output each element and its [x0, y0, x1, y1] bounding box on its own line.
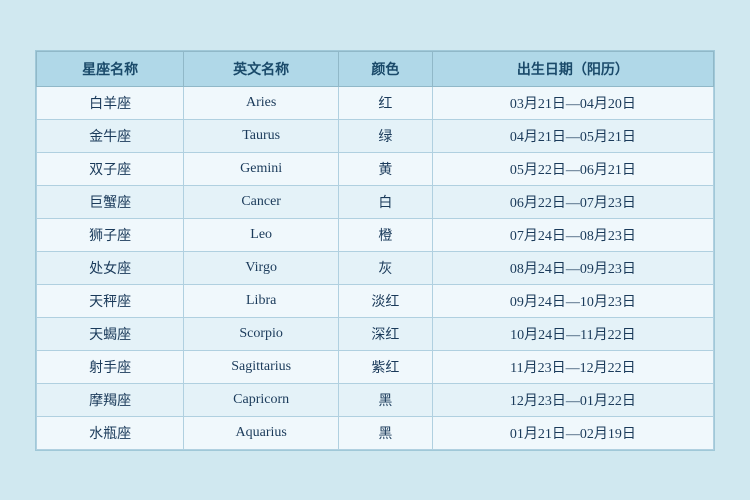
- table-header-row: 星座名称 英文名称 颜色 出生日期（阳历）: [37, 51, 714, 86]
- cell-english: Aries: [184, 86, 339, 119]
- cell-color: 绿: [339, 119, 433, 152]
- table-row: 天秤座Libra淡红09月24日—10月23日: [37, 284, 714, 317]
- table-row: 摩羯座Capricorn黑12月23日—01月22日: [37, 383, 714, 416]
- table-row: 狮子座Leo橙07月24日—08月23日: [37, 218, 714, 251]
- cell-chinese: 处女座: [37, 251, 184, 284]
- cell-color: 黄: [339, 152, 433, 185]
- cell-english: Libra: [184, 284, 339, 317]
- cell-color: 紫红: [339, 350, 433, 383]
- cell-color: 红: [339, 86, 433, 119]
- cell-dates: 10月24日—11月22日: [432, 317, 713, 350]
- cell-dates: 07月24日—08月23日: [432, 218, 713, 251]
- cell-color: 黑: [339, 416, 433, 449]
- cell-chinese: 狮子座: [37, 218, 184, 251]
- cell-dates: 08月24日—09月23日: [432, 251, 713, 284]
- col-header-chinese: 星座名称: [37, 51, 184, 86]
- table-row: 白羊座Aries红03月21日—04月20日: [37, 86, 714, 119]
- table-row: 巨蟹座Cancer白06月22日—07月23日: [37, 185, 714, 218]
- cell-color: 淡红: [339, 284, 433, 317]
- cell-chinese: 天秤座: [37, 284, 184, 317]
- cell-english: Cancer: [184, 185, 339, 218]
- cell-english: Virgo: [184, 251, 339, 284]
- cell-dates: 06月22日—07月23日: [432, 185, 713, 218]
- cell-chinese: 水瓶座: [37, 416, 184, 449]
- table-body: 白羊座Aries红03月21日—04月20日金牛座Taurus绿04月21日—0…: [37, 86, 714, 449]
- table-row: 天蝎座Scorpio深红10月24日—11月22日: [37, 317, 714, 350]
- table-row: 双子座Gemini黄05月22日—06月21日: [37, 152, 714, 185]
- cell-chinese: 摩羯座: [37, 383, 184, 416]
- table-row: 处女座Virgo灰08月24日—09月23日: [37, 251, 714, 284]
- cell-chinese: 金牛座: [37, 119, 184, 152]
- col-header-color: 颜色: [339, 51, 433, 86]
- zodiac-table-container: 星座名称 英文名称 颜色 出生日期（阳历） 白羊座Aries红03月21日—04…: [35, 50, 715, 451]
- cell-dates: 11月23日—12月22日: [432, 350, 713, 383]
- cell-dates: 05月22日—06月21日: [432, 152, 713, 185]
- cell-color: 橙: [339, 218, 433, 251]
- col-header-english: 英文名称: [184, 51, 339, 86]
- cell-english: Aquarius: [184, 416, 339, 449]
- table-row: 水瓶座Aquarius黑01月21日—02月19日: [37, 416, 714, 449]
- cell-chinese: 射手座: [37, 350, 184, 383]
- cell-color: 黑: [339, 383, 433, 416]
- cell-dates: 04月21日—05月21日: [432, 119, 713, 152]
- zodiac-table: 星座名称 英文名称 颜色 出生日期（阳历） 白羊座Aries红03月21日—04…: [36, 51, 714, 450]
- cell-english: Sagittarius: [184, 350, 339, 383]
- cell-color: 深红: [339, 317, 433, 350]
- cell-chinese: 双子座: [37, 152, 184, 185]
- cell-english: Leo: [184, 218, 339, 251]
- cell-dates: 01月21日—02月19日: [432, 416, 713, 449]
- cell-english: Gemini: [184, 152, 339, 185]
- cell-english: Taurus: [184, 119, 339, 152]
- cell-color: 白: [339, 185, 433, 218]
- cell-dates: 12月23日—01月22日: [432, 383, 713, 416]
- table-row: 射手座Sagittarius紫红11月23日—12月22日: [37, 350, 714, 383]
- cell-chinese: 天蝎座: [37, 317, 184, 350]
- cell-english: Scorpio: [184, 317, 339, 350]
- col-header-dates: 出生日期（阳历）: [432, 51, 713, 86]
- cell-dates: 03月21日—04月20日: [432, 86, 713, 119]
- cell-dates: 09月24日—10月23日: [432, 284, 713, 317]
- cell-chinese: 白羊座: [37, 86, 184, 119]
- cell-english: Capricorn: [184, 383, 339, 416]
- cell-chinese: 巨蟹座: [37, 185, 184, 218]
- cell-color: 灰: [339, 251, 433, 284]
- table-row: 金牛座Taurus绿04月21日—05月21日: [37, 119, 714, 152]
